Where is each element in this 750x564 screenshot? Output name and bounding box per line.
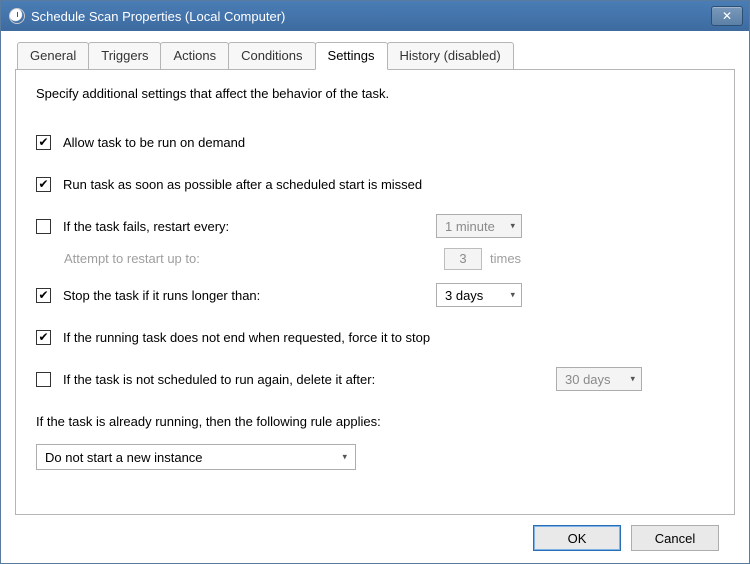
attempt-restart-suffix: times [490,251,521,266]
window-title: Schedule Scan Properties (Local Computer… [31,9,285,24]
dialog-buttons: OK Cancel [15,515,735,563]
tab-conditions[interactable]: Conditions [228,42,315,70]
run-asap-checkbox[interactable] [36,177,51,192]
restart-if-fail-checkbox[interactable] [36,219,51,234]
run-asap-label: Run task as soon as possible after a sch… [63,177,422,192]
settings-description: Specify additional settings that affect … [36,86,714,101]
close-icon: ✕ [722,9,732,23]
ok-button[interactable]: OK [533,525,621,551]
tabstrip: General Triggers Actions Conditions Sett… [17,41,735,69]
dialog-window: Schedule Scan Properties (Local Computer… [0,0,750,564]
tab-triggers[interactable]: Triggers [88,42,161,70]
delete-if-not-checkbox[interactable] [36,372,51,387]
stop-if-longer-label: Stop the task if it runs longer than: [63,288,260,303]
already-running-rule-select[interactable]: Do not start a new instance ▾ [36,444,356,470]
stop-duration-select[interactable]: 3 days ▾ [436,283,522,307]
delete-after-value: 30 days [565,372,611,387]
restart-interval-value: 1 minute [445,219,495,234]
already-running-rule-value: Do not start a new instance [45,450,203,465]
restart-if-fail-label: If the task fails, restart every: [63,219,229,234]
force-stop-label: If the running task does not end when re… [63,330,430,345]
attempt-restart-label: Attempt to restart up to: [64,251,434,266]
settings-panel: Specify additional settings that affect … [15,69,735,515]
force-stop-checkbox[interactable] [36,330,51,345]
stop-if-longer-checkbox[interactable] [36,288,51,303]
allow-on-demand-label: Allow task to be run on demand [63,135,245,150]
chevron-down-icon: ▾ [630,374,635,385]
tab-settings[interactable]: Settings [315,42,388,70]
restart-interval-select: 1 minute ▾ [436,214,522,238]
chevron-down-icon: ▾ [510,290,515,301]
delete-after-select: 30 days ▾ [556,367,642,391]
stop-duration-value: 3 days [445,288,483,303]
tab-history[interactable]: History (disabled) [387,42,514,70]
attempt-restart-count: 3 [444,248,482,270]
cancel-button[interactable]: Cancel [631,525,719,551]
tab-actions[interactable]: Actions [160,42,229,70]
chevron-down-icon: ▾ [342,452,347,463]
close-button[interactable]: ✕ [711,6,743,26]
delete-if-not-label: If the task is not scheduled to run agai… [63,372,375,387]
already-running-label: If the task is already running, then the… [36,414,381,429]
allow-on-demand-checkbox[interactable] [36,135,51,150]
chevron-down-icon: ▾ [510,221,515,232]
dialog-content: General Triggers Actions Conditions Sett… [1,31,749,563]
clock-icon [9,8,25,24]
titlebar: Schedule Scan Properties (Local Computer… [1,1,749,31]
tab-general[interactable]: General [17,42,89,70]
